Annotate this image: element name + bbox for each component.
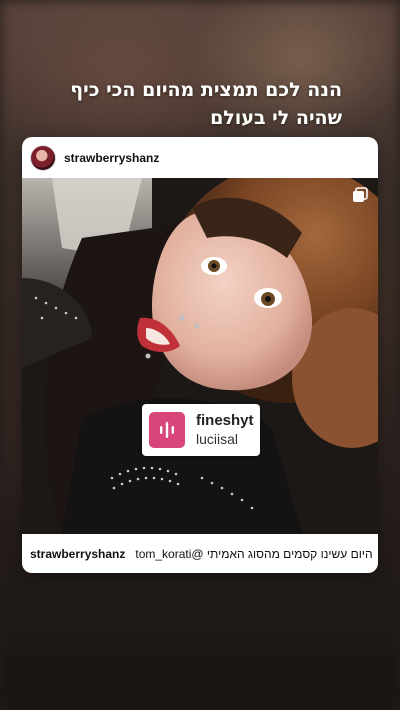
music-sticker[interactable]: fineshyt luciisal [142, 404, 260, 456]
music-artist: luciisal [196, 431, 239, 447]
audio-waveform-icon [149, 412, 185, 448]
post-footer: strawberryshanz היום עשינו קסמים מהסוג ה… [22, 534, 378, 573]
story-caption: הנה לכם תמצית מהיום הכי כיף שהיה לי בעול… [70, 79, 342, 129]
music-title: fineshyt [196, 412, 254, 429]
post-username[interactable]: strawberryshanz [64, 151, 159, 165]
post-caption-text: היום עשינו קסמים מהסוג האמיתי @tom_korat… [135, 546, 373, 561]
post-card[interactable]: strawberryshanz fineshyt luciisal strawb… [22, 137, 378, 573]
footer-username[interactable]: strawberryshanz [30, 547, 125, 561]
carousel-icon [353, 187, 368, 202]
avatar[interactable] [30, 144, 56, 171]
post-photo[interactable]: fineshyt luciisal [22, 178, 378, 534]
post-header: strawberryshanz [22, 137, 378, 178]
photo-illustration [22, 178, 378, 534]
